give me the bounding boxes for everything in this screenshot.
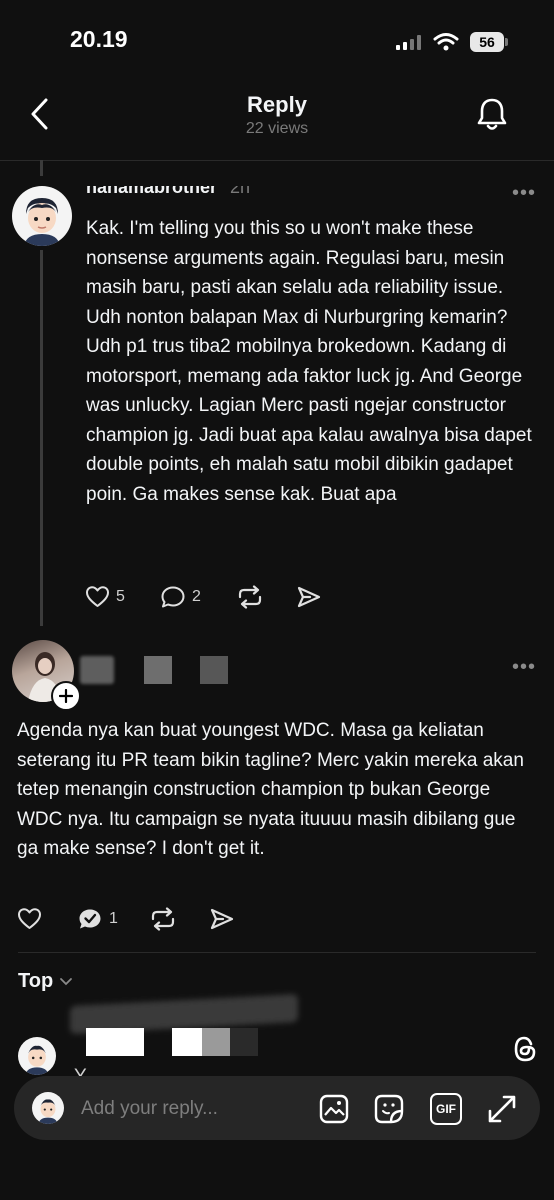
reply-input[interactable]: Add your reply... bbox=[81, 1098, 218, 1120]
battery-tip bbox=[505, 38, 508, 46]
gif-button[interactable]: GIF bbox=[430, 1093, 462, 1125]
thread-line bbox=[40, 250, 43, 626]
gif-label: GIF bbox=[436, 1102, 456, 1116]
expand-icon[interactable] bbox=[486, 1093, 518, 1125]
redacted-username-2 bbox=[144, 656, 172, 684]
status-time: 20.19 bbox=[70, 26, 128, 52]
comment-check-icon bbox=[79, 909, 101, 929]
wifi-icon bbox=[433, 33, 459, 51]
plus-icon bbox=[59, 689, 73, 703]
thread-line-top bbox=[40, 160, 43, 176]
page-title: Reply bbox=[247, 92, 307, 117]
post-text: Kak. I'm telling you this so u won't mak… bbox=[86, 218, 532, 505]
redacted-username-3 bbox=[200, 656, 228, 684]
avatar-illustration bbox=[24, 198, 60, 246]
heart-icon bbox=[86, 586, 109, 607]
next-comment-text: Y... bbox=[74, 1066, 474, 1076]
chevron-down-icon bbox=[60, 977, 73, 985]
post-like-button[interactable]: 5 bbox=[85, 585, 125, 608]
redacted-name-3 bbox=[202, 1028, 230, 1056]
post-comment-button[interactable]: 2 bbox=[160, 585, 201, 609]
reply-share-icon[interactable] bbox=[209, 907, 235, 931]
cellular-signal-icon bbox=[396, 35, 424, 50]
post-author-name[interactable]: hanamabrother 2h bbox=[86, 186, 386, 200]
reply-comment-count: 1 bbox=[109, 910, 118, 927]
post-more-icon[interactable]: ••• bbox=[512, 182, 536, 205]
reply-text: Agenda nya kan buat youngest WDC. Masa g… bbox=[17, 720, 524, 859]
reply-comment-button[interactable]: 1 bbox=[77, 907, 118, 931]
composer-avatar-illustration bbox=[38, 1099, 58, 1124]
battery-indicator: 56 bbox=[470, 32, 504, 52]
post-time: 2h bbox=[230, 186, 251, 197]
sort-dropdown[interactable]: Top bbox=[18, 970, 73, 993]
follow-plus-button[interactable] bbox=[51, 681, 81, 711]
sticker-icon[interactable] bbox=[373, 1093, 405, 1125]
image-attach-icon[interactable] bbox=[318, 1093, 350, 1125]
next-comment-preview: Y... bbox=[74, 1066, 100, 1076]
reply-repost-icon[interactable] bbox=[149, 907, 177, 931]
redacted-name-1 bbox=[86, 1028, 144, 1056]
sort-label: Top bbox=[18, 970, 54, 992]
post-author-name-text: hanamabrother bbox=[86, 186, 218, 197]
view-count: 22 views bbox=[245, 120, 309, 137]
redacted-name-2 bbox=[172, 1028, 202, 1056]
commenter-avatar[interactable] bbox=[18, 1037, 56, 1075]
threads-logo-icon[interactable] bbox=[512, 1035, 538, 1063]
bell-icon[interactable] bbox=[476, 96, 508, 132]
header-divider bbox=[0, 160, 554, 161]
composer-avatar bbox=[32, 1092, 64, 1124]
author-avatar[interactable] bbox=[12, 186, 72, 246]
redacted-name-4 bbox=[230, 1028, 258, 1056]
post-comment-count: 2 bbox=[192, 588, 201, 605]
share-icon[interactable] bbox=[296, 585, 322, 609]
post-like-count: 5 bbox=[116, 587, 125, 605]
small-avatar-illustration bbox=[25, 1045, 49, 1075]
section-divider bbox=[18, 952, 536, 953]
comment-icon bbox=[161, 586, 185, 608]
reply-more-icon[interactable]: ••• bbox=[512, 656, 536, 679]
reply-heart-icon[interactable] bbox=[17, 907, 42, 930]
repost-icon[interactable] bbox=[236, 585, 264, 609]
redacted-username-1 bbox=[80, 656, 114, 684]
